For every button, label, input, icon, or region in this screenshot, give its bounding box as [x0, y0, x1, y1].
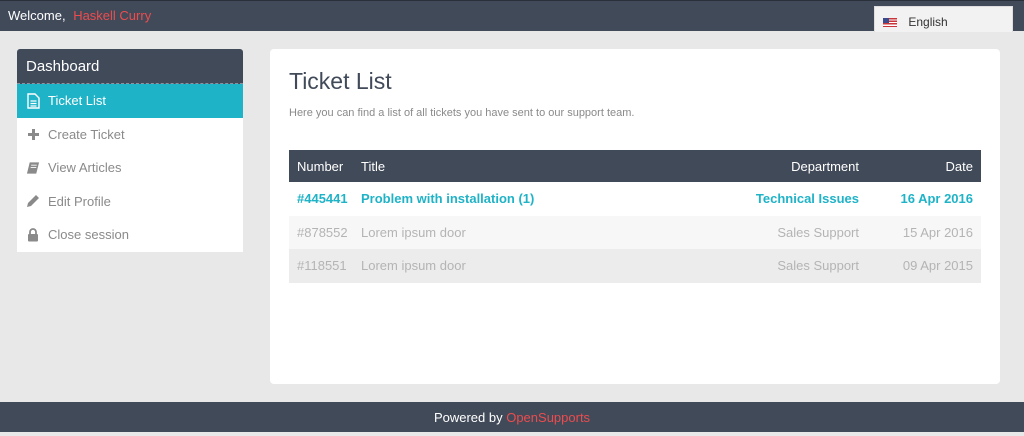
ticket-title[interactable]: Lorem ipsum door: [361, 258, 677, 273]
ticket-department: Sales Support: [777, 258, 859, 274]
table-row[interactable]: #118551 Lorem ipsum door Sales Support 0…: [289, 249, 981, 283]
pencil-icon: [26, 193, 40, 209]
sidebar-header: Dashboard: [17, 49, 243, 84]
sidebar-item-edit-profile[interactable]: Edit Profile: [17, 185, 243, 219]
brand-link[interactable]: OpenSupports: [506, 410, 590, 425]
ticket-date: 09 Apr 2015: [902, 258, 973, 274]
lock-icon: [26, 227, 40, 243]
ticket-number[interactable]: #118551: [289, 258, 361, 273]
sidebar-item-ticket-list[interactable]: Ticket List: [17, 84, 243, 118]
top-bar: Welcome, Haskell Curry English: [0, 0, 1024, 32]
main-panel: Ticket List Here you can find a list of …: [270, 49, 1000, 384]
language-label: English: [908, 15, 948, 29]
sidebar-item-close-session[interactable]: Close session: [17, 218, 243, 252]
column-header-number: Number: [297, 158, 344, 174]
sidebar-item-label: Ticket List: [48, 93, 107, 109]
table-row[interactable]: #445441 Problem with installation (1) Te…: [289, 182, 981, 216]
file-icon: [26, 93, 40, 109]
sidebar-item-label: View Articles: [48, 160, 122, 176]
plus-icon: [26, 126, 40, 142]
ticket-date: 15 Apr 2016: [902, 224, 973, 240]
ticket-department: Sales Support: [777, 224, 859, 240]
page-description: Here you can find a list of all tickets …: [289, 107, 635, 119]
ticket-number[interactable]: #878552: [289, 225, 361, 240]
sidebar-item-view-articles[interactable]: View Articles: [17, 151, 243, 185]
ticket-department: Technical Issues: [755, 191, 859, 207]
sidebar-item-label: Edit Profile: [48, 193, 111, 209]
page-title: Ticket List: [289, 68, 392, 94]
sidebar-item-label: Create Ticket: [48, 126, 125, 142]
ticket-table: Number Title Department Date #445441 Pro…: [289, 150, 981, 283]
column-header-date: Date: [945, 158, 973, 174]
ticket-date: 16 Apr 2016: [900, 191, 973, 207]
table-header: Number Title Department Date: [289, 150, 981, 182]
powered-by-label: Powered by: [433, 410, 503, 425]
language-selector[interactable]: English: [874, 6, 1013, 32]
column-header-title: Title: [361, 158, 386, 174]
column-header-department: Department: [791, 158, 859, 174]
sidebar-item-create-ticket[interactable]: Create Ticket: [17, 118, 243, 152]
ticket-title[interactable]: Lorem ipsum door: [361, 225, 677, 240]
book-icon: [26, 160, 40, 176]
sidebar: Dashboard Ticket List Create Ticket View…: [17, 49, 243, 252]
table-row[interactable]: #878552 Lorem ipsum door Sales Support 1…: [289, 215, 981, 249]
ticket-number[interactable]: #445441: [289, 191, 361, 206]
welcome-label: Welcome,: [8, 8, 66, 23]
us-flag-icon: [883, 18, 897, 27]
footer: Powered by OpenSupports: [0, 402, 1024, 432]
welcome-message: Welcome, Haskell Curry: [8, 8, 151, 23]
ticket-title[interactable]: Problem with installation (1): [361, 191, 677, 206]
user-name: Haskell Curry: [73, 8, 152, 23]
sidebar-item-label: Close session: [48, 227, 129, 243]
